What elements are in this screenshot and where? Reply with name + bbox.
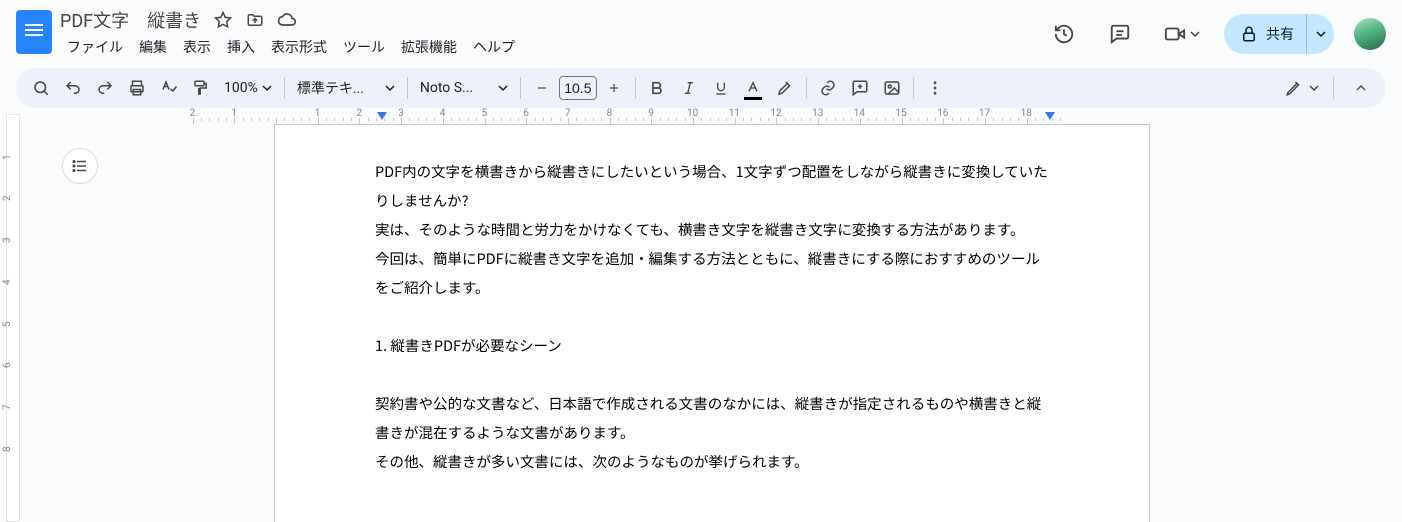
menu-view[interactable]: 表示: [176, 33, 218, 61]
paragraph[interactable]: PDF内の文字を横書きから縦書きにしたいという場合、1文字ずつ配置をしながら縦書…: [375, 157, 1049, 215]
font-family-select[interactable]: Noto S...: [414, 74, 514, 102]
show-outline-icon[interactable]: [62, 148, 98, 184]
title-bar: PDF文字 縦書き ファイル 編集 表示 挿入 表示形式 ツール 拡張機能: [0, 0, 1402, 60]
ruler-number: 8: [2, 446, 13, 452]
history-icon[interactable]: [1044, 14, 1084, 54]
ruler-number: 2: [2, 196, 13, 202]
menu-tools[interactable]: ツール: [336, 33, 392, 61]
zoom-select[interactable]: 100%: [218, 74, 278, 102]
font-size-decrease-icon[interactable]: [527, 73, 557, 103]
paragraph[interactable]: 契約書や公的な文書など、日本語で作成される文書のなかには、縦書きが指定されるもの…: [375, 389, 1049, 447]
underline-icon[interactable]: [706, 73, 736, 103]
more-tools-icon[interactable]: [920, 73, 950, 103]
ruler-number: 7: [2, 404, 13, 410]
ruler-number: 3: [2, 237, 13, 243]
indent-marker-right-icon[interactable]: [1044, 111, 1056, 123]
highlight-color-icon[interactable]: [770, 73, 800, 103]
document-title[interactable]: PDF文字 縦書き: [60, 7, 201, 33]
search-menus-icon[interactable]: [26, 73, 56, 103]
indent-marker-left-icon[interactable]: [376, 111, 388, 123]
spellcheck-icon[interactable]: [154, 73, 184, 103]
font-size-increase-icon[interactable]: [599, 73, 629, 103]
star-icon[interactable]: [213, 10, 233, 30]
ruler-number: 4: [2, 279, 13, 285]
lock-icon: [1240, 25, 1258, 43]
italic-icon[interactable]: [674, 73, 704, 103]
meet-button[interactable]: [1156, 14, 1208, 54]
paragraph-style-select[interactable]: 標準テキ...: [291, 74, 401, 102]
font-family-value: Noto S...: [420, 80, 473, 96]
paragraph-style-value: 標準テキ...: [297, 78, 364, 98]
comments-icon[interactable]: [1100, 14, 1140, 54]
pencil-icon: [1285, 79, 1303, 97]
share-label: 共有: [1266, 24, 1294, 44]
bold-icon[interactable]: [642, 73, 672, 103]
paragraph[interactable]: 今回は、簡単にPDFに縦書き文字を追加・編集する方法とともに、縦書きにする際にお…: [375, 244, 1049, 302]
paragraph[interactable]: その他、縦書きが多い文書には、次のようなものが挙げられます。: [375, 447, 1049, 476]
add-comment-icon[interactable]: [845, 73, 875, 103]
ruler-number: 6: [2, 363, 13, 369]
page-content[interactable]: PDF内の文字を横書きから縦書きにしたいという場合、1文字ずつ配置をしながら縦書…: [275, 125, 1149, 476]
ruler-number: 1: [2, 154, 13, 160]
document-canvas: PDF内の文字を横書きから縦書きにしたいという場合、1文字ずつ配置をしながら縦書…: [24, 124, 1402, 522]
cloud-status-icon[interactable]: [277, 10, 297, 30]
menu-insert[interactable]: 挿入: [220, 33, 262, 61]
text-color-icon[interactable]: [738, 73, 768, 103]
undo-icon[interactable]: [58, 73, 88, 103]
print-icon[interactable]: [122, 73, 152, 103]
docs-home-icon[interactable]: [16, 10, 52, 54]
move-icon[interactable]: [245, 10, 265, 30]
redo-icon[interactable]: [90, 73, 120, 103]
insert-link-icon[interactable]: [813, 73, 843, 103]
menu-format[interactable]: 表示形式: [264, 33, 334, 61]
menu-edit[interactable]: 編集: [132, 33, 174, 61]
paragraph[interactable]: [375, 302, 1049, 331]
menu-bar: ファイル 編集 表示 挿入 表示形式 ツール 拡張機能 ヘルプ: [60, 34, 1036, 60]
share-dropdown-icon[interactable]: [1306, 14, 1334, 54]
paragraph[interactable]: 実は、そのような時間と労力をかけなくても、横書き文字を縦書き文字に変換する方法が…: [375, 215, 1049, 244]
font-size-input[interactable]: [559, 76, 597, 100]
paragraph[interactable]: [375, 360, 1049, 389]
share-button[interactable]: 共有: [1224, 14, 1334, 54]
ruler-number: 5: [2, 321, 13, 327]
toolbar: 100% 標準テキ... Noto S...: [16, 68, 1386, 108]
paragraph[interactable]: 1. 縦書きPDFが必要なシーン: [375, 331, 1049, 360]
paint-format-icon[interactable]: [186, 73, 216, 103]
page[interactable]: PDF内の文字を横書きから縦書きにしたいという場合、1文字ずつ配置をしながら縦書…: [274, 124, 1150, 522]
zoom-value: 100%: [224, 80, 258, 96]
insert-image-icon[interactable]: [877, 73, 907, 103]
vertical-ruler: 1 2 3 4 5 6 7 8: [0, 108, 24, 522]
account-avatar[interactable]: [1354, 18, 1386, 50]
editing-mode-button[interactable]: [1277, 74, 1327, 102]
collapse-toolbar-icon[interactable]: [1346, 73, 1376, 103]
menu-help[interactable]: ヘルプ: [466, 33, 522, 61]
horizontal-ruler: 21123456789101112131415161718: [54, 108, 1402, 124]
menu-file[interactable]: ファイル: [60, 33, 130, 61]
menu-extensions[interactable]: 拡張機能: [394, 33, 464, 61]
